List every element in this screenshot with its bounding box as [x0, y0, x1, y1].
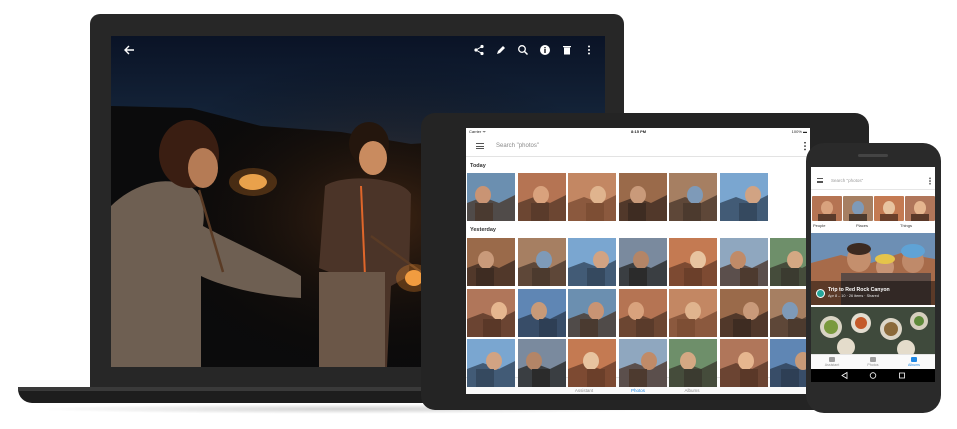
album-card-red-rock[interactable]: Trip to Red Rock Canyon Apr 8 – 10 · 26 …	[811, 233, 935, 305]
android-system-bar	[811, 369, 935, 382]
albums-icon	[911, 357, 917, 362]
category-thumbnail[interactable]	[905, 196, 935, 221]
yesterday-photo[interactable]	[467, 288, 515, 337]
today-photo[interactable]	[669, 173, 717, 221]
yesterday-photo[interactable]	[770, 288, 810, 337]
category-thumbnail[interactable]	[812, 196, 842, 221]
status-carrier: Carrier ᯤ	[469, 129, 486, 134]
edit-icon[interactable]	[493, 44, 509, 60]
recents-square-icon[interactable]	[899, 372, 905, 379]
today-photo[interactable]	[618, 173, 667, 221]
arrow-back-icon[interactable]	[121, 44, 137, 60]
category-thumbnail[interactable]	[874, 196, 904, 221]
yesterday-photo[interactable]	[669, 288, 717, 337]
tablet-photos-screen: Carrier ᯤ 8:15 PM 100% ▬ Search "photos"…	[466, 128, 810, 394]
yesterday-photo[interactable]	[719, 288, 768, 337]
zoom-in-icon[interactable]	[515, 44, 531, 60]
yesterday-photo[interactable]	[517, 288, 566, 337]
yesterday-photo[interactable]	[467, 339, 515, 387]
album-cover-photo	[811, 307, 935, 354]
phone-albums-screen: Search "photos" People Places Things Tri…	[811, 167, 935, 382]
back-triangle-icon[interactable]	[841, 371, 848, 380]
yesterday-photo[interactable]	[467, 238, 515, 286]
tablet-status-bar: Carrier ᯤ 8:15 PM 100% ▬	[466, 128, 810, 136]
yesterday-photo[interactable]	[618, 238, 667, 286]
phone-speaker	[858, 154, 888, 157]
yesterday-photo[interactable]	[568, 339, 616, 387]
category-label-things[interactable]: Things	[900, 223, 912, 228]
yesterday-photo[interactable]	[618, 288, 667, 337]
delete-icon[interactable]	[559, 44, 575, 60]
yesterday-photo[interactable]	[669, 238, 717, 286]
section-title-today: Today	[470, 163, 486, 169]
nav-label: Photos	[630, 388, 645, 393]
today-photo[interactable]	[719, 173, 768, 221]
today-photo[interactable]	[467, 173, 515, 221]
menu-icon[interactable]	[817, 178, 823, 183]
yesterday-photo[interactable]	[618, 339, 667, 387]
search-input[interactable]: Search "photos"	[831, 178, 863, 183]
more-vert-icon[interactable]	[929, 177, 931, 185]
yesterday-photo[interactable]	[568, 238, 616, 286]
yesterday-photo[interactable]	[770, 339, 810, 387]
share-icon[interactable]	[471, 44, 487, 60]
status-time: 8:15 PM	[631, 129, 647, 134]
yesterday-photo[interactable]	[719, 238, 768, 286]
search-input[interactable]: Search "photos"	[496, 143, 539, 149]
shared-badge-icon	[816, 289, 825, 298]
yesterday-photo[interactable]	[517, 238, 566, 286]
today-photo[interactable]	[568, 173, 616, 221]
nav-assistant[interactable]: Assistant	[817, 357, 847, 367]
nav-label: Albums	[908, 363, 920, 367]
nav-albums[interactable]: Albums	[899, 357, 929, 367]
nav-photos[interactable]: Photos	[858, 357, 888, 367]
assistant-icon	[829, 357, 835, 362]
more-vert-icon[interactable]	[804, 141, 806, 151]
yesterday-photo[interactable]	[719, 339, 768, 387]
category-label-people[interactable]: People	[813, 223, 825, 228]
category-label-places[interactable]: Places	[856, 223, 868, 228]
status-battery: 100% ▬	[791, 129, 807, 134]
home-circle-icon[interactable]	[869, 372, 877, 379]
nav-label: Assistant	[574, 388, 594, 393]
menu-icon[interactable]	[476, 143, 484, 149]
category-thumbnail[interactable]	[843, 196, 873, 221]
nav-label: Albums	[684, 388, 700, 393]
phone-bottom-nav: Assistant Photos Albums	[811, 354, 935, 369]
more-vert-icon[interactable]	[581, 44, 597, 60]
album-card-food[interactable]	[811, 307, 935, 354]
yesterday-photo[interactable]	[568, 288, 616, 337]
section-title-yesterday: Yesterday	[470, 227, 496, 233]
info-icon[interactable]	[537, 44, 553, 60]
yesterday-photo[interactable]	[517, 339, 566, 387]
album-title: Trip to Red Rock Canyon	[828, 287, 890, 293]
yesterday-photo[interactable]	[669, 339, 717, 387]
album-subtitle: Apr 8 – 10 · 26 items · Shared	[828, 294, 879, 298]
today-photo[interactable]	[517, 173, 566, 221]
tablet-search-bar[interactable]: Search "photos"	[466, 137, 810, 157]
phone-search-bar[interactable]: Search "photos"	[811, 173, 935, 190]
nav-label: Photos	[867, 363, 879, 367]
yesterday-photo[interactable]	[770, 238, 810, 286]
nav-label: Assistant	[824, 363, 840, 367]
photos-icon	[870, 357, 876, 362]
